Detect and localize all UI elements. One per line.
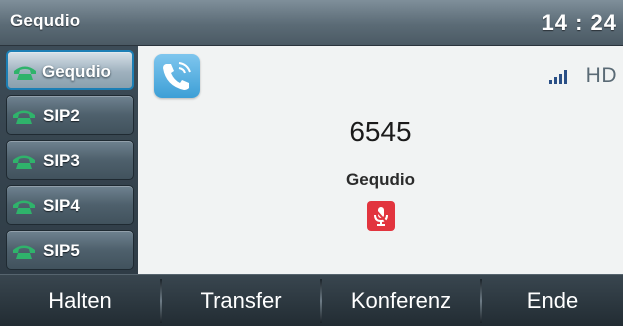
line-key-label: SIP2 xyxy=(43,106,80,125)
line-key-label: SIP5 xyxy=(43,241,80,260)
microphone-muted-icon[interactable] xyxy=(367,201,395,231)
softkey-bar: Halten Transfer Konferenz Ende xyxy=(0,274,623,326)
phone-handset-icon xyxy=(13,245,35,259)
line-key-sip4[interactable]: SIP4 xyxy=(6,185,134,225)
caller-number: 6545 xyxy=(349,116,412,147)
clock: 14 : 24 xyxy=(541,10,617,35)
line-key-sip3[interactable]: SIP3 xyxy=(6,140,134,180)
phone-screen: Gequdio 14 : 24 Gequdio SIP2 SIP3 SIP4 S… xyxy=(0,0,623,326)
signal-bars-icon xyxy=(549,70,567,84)
hd-audio-badge: HD xyxy=(585,64,617,87)
phone-handset-icon xyxy=(13,200,35,214)
line-key-gequdio[interactable]: Gequdio xyxy=(6,50,134,90)
phone-handset-icon xyxy=(13,155,35,169)
conference-softkey[interactable]: Konferenz xyxy=(322,275,480,326)
line-key-sip5[interactable]: SIP5 xyxy=(6,230,134,270)
call-panel: HD 6545 Gequdio xyxy=(138,46,623,274)
phone-handset-icon xyxy=(14,66,36,80)
phone-handset-icon xyxy=(13,110,35,124)
line-key-panel: Gequdio SIP2 SIP3 SIP4 SIP5 xyxy=(0,46,138,274)
transfer-softkey[interactable]: Transfer xyxy=(162,275,320,326)
caller-name: Gequdio xyxy=(346,170,415,189)
hold-softkey[interactable]: Halten xyxy=(0,275,160,326)
line-key-label: SIP4 xyxy=(43,196,80,215)
outgoing-call-icon xyxy=(154,54,200,98)
end-call-softkey[interactable]: Ende xyxy=(482,275,623,326)
line-key-label: SIP3 xyxy=(43,151,80,170)
account-title: Gequdio xyxy=(10,11,81,30)
line-key-sip2[interactable]: SIP2 xyxy=(6,95,134,135)
status-bar: Gequdio 14 : 24 xyxy=(0,0,623,46)
line-key-label: Gequdio xyxy=(42,62,111,81)
